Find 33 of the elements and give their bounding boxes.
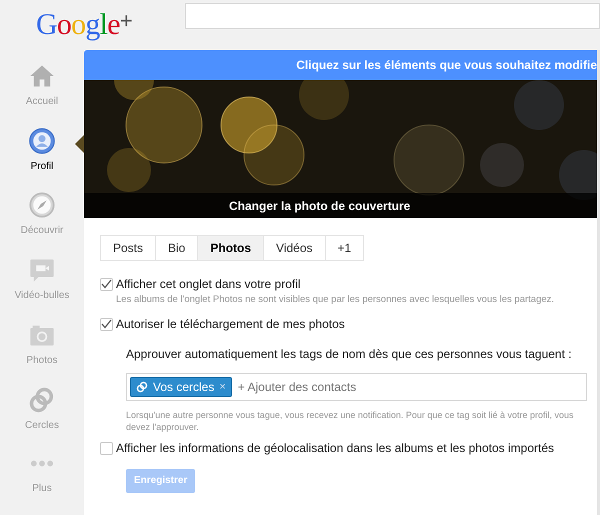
contacts-field[interactable]: Vos cercles × + Ajouter des contacts (126, 373, 587, 402)
google-plus-logo[interactable]: Google+ (0, 10, 185, 40)
circles-chip[interactable]: Vos cercles × (130, 377, 232, 398)
profile-icon (28, 126, 56, 155)
checkmark-icon (101, 279, 112, 289)
link-icon (136, 381, 148, 394)
checkmark-icon (101, 319, 112, 330)
cover-photo[interactable]: Changer la photo de couverture (84, 80, 597, 218)
contacts-placeholder: + Ajouter des contacts (238, 379, 356, 396)
edit-hint-banner: Cliquez sur les éléments que vous souhaitez modifie (84, 50, 597, 80)
tab[interactable]: Photos (198, 236, 264, 260)
sidebar-item[interactable]: Vidéo-bulles (0, 256, 84, 321)
auto-tag-label: Approuver automatiquement les tags de nom dès que ces personnes vous taguent : (126, 346, 573, 364)
checkbox[interactable] (100, 442, 113, 455)
checkbox[interactable] (100, 318, 113, 331)
chip-label: Vos cercles (153, 379, 214, 396)
sidebar-item[interactable]: Accueil (0, 62, 84, 127)
sidebar-item[interactable]: Découvrir (0, 191, 84, 256)
option-label: Afficher les informations de géolocalisation dans les albums et les photos importés (116, 440, 554, 458)
remove-button[interactable]: × (219, 379, 226, 396)
option-label: Afficher cet onglet dans votre profil (116, 276, 301, 293)
checkbox[interactable] (100, 278, 113, 290)
option-label: Autoriser le téléchargement de mes photos (116, 316, 345, 334)
sidebar-item[interactable]: Photos (0, 320, 84, 386)
tag-notification-hint: Lorsqu'une autre personne vous tague, vous recevez une notification. Pour que ce tag soit lié à votre profil, vous devez l'approuver. (126, 409, 574, 434)
compass-icon (28, 191, 56, 220)
option-hint: Les albums de l'onglet Photos ne sont visibles que par les personnes avec lesquelles vous les partagez. (115, 293, 556, 307)
sidebar-item[interactable]: Plus (0, 450, 84, 515)
circles-icon (28, 386, 56, 414)
more-icon (30, 460, 54, 468)
change-cover-caption[interactable]: Changer la photo de couverture (84, 193, 597, 218)
sidebar-item[interactable]: Cercles (0, 386, 84, 450)
search-field[interactable] (185, 3, 600, 29)
